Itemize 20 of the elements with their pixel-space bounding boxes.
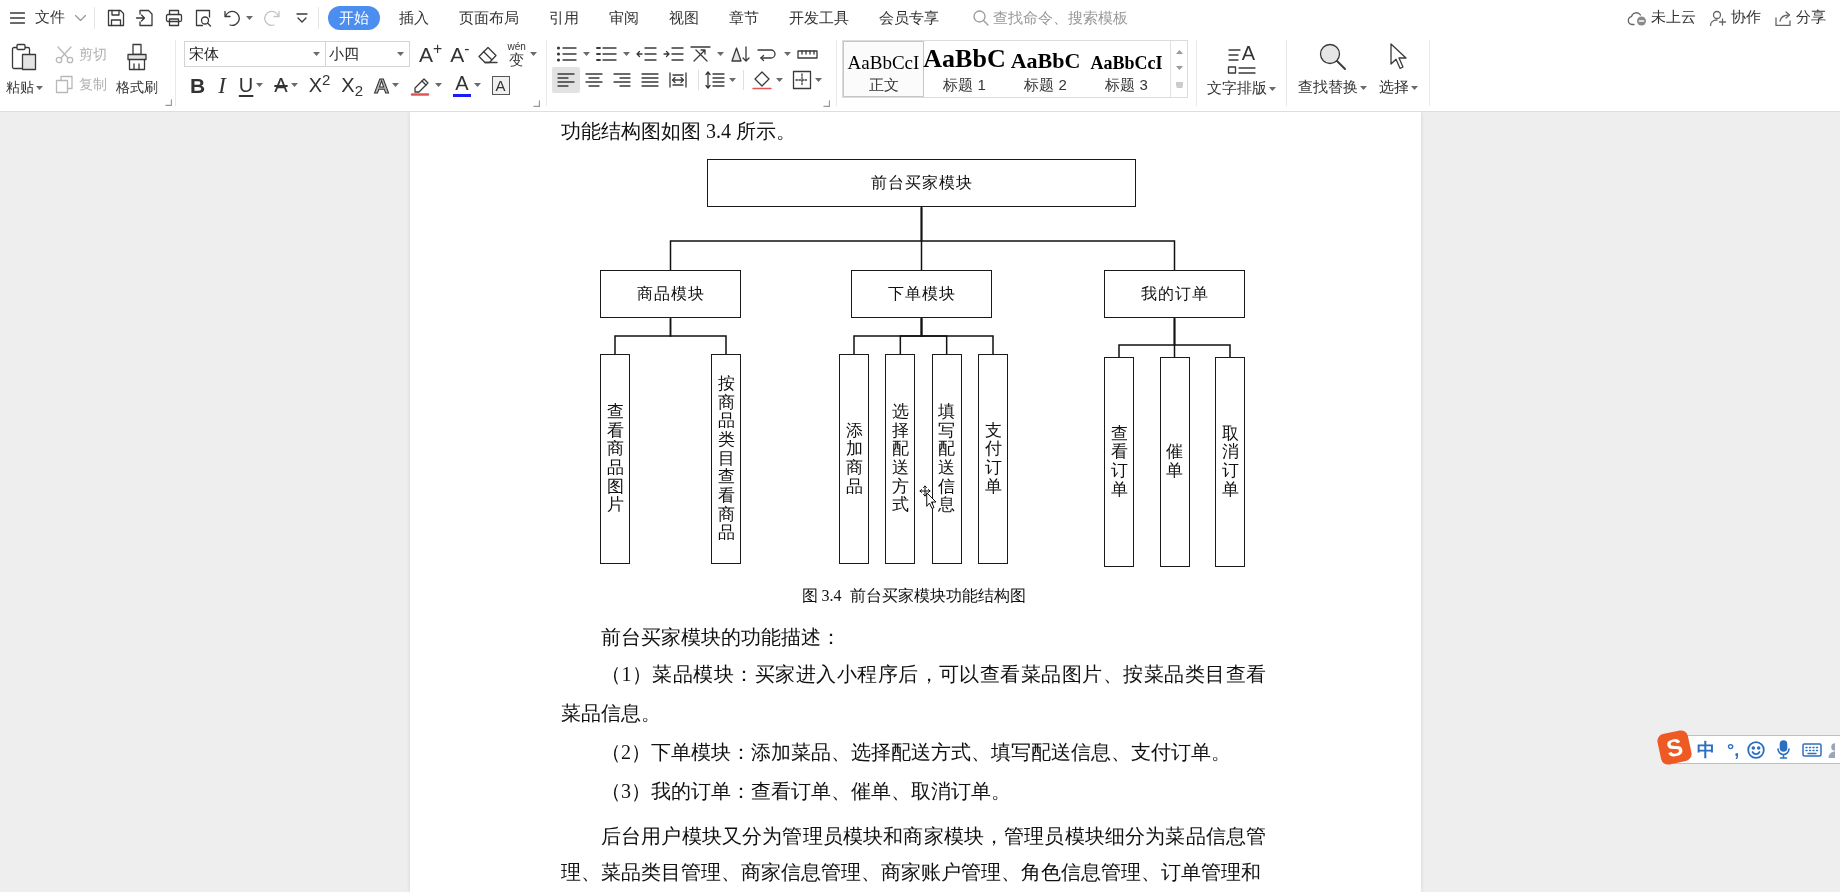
paragraph: 后台用户模块又分为管理员模块和商家模块，管理员模块细分为菜品信息管理、菜品类目管理、商家信息管理、商家账户管理、角色信息管理、订单管理和 — [561, 824, 1266, 885]
diagram-node: 查看商品图片 — [600, 354, 630, 564]
diagram-node: 我的订单 — [1104, 270, 1245, 318]
diagram-node: 添加商品 — [839, 354, 869, 564]
diagram-node: 催单 — [1159, 357, 1190, 567]
paragraph: （3）我的订单：查看订单、催单、取消订单。 — [600, 779, 1012, 804]
diagram-node: 按商品类目查看商品 — [711, 354, 741, 564]
paragraph: （1）菜品模块：买家进入小程序后，可以查看菜品图片、按菜品类目查看菜品信息。 — [561, 662, 1266, 726]
paragraph: （2）下单模块：添加菜品、选择配送方式、填写配送信息、支付订单。 — [600, 740, 1232, 765]
diagram-node: 商品模块 — [600, 270, 741, 318]
diagram-node: 取消订单 — [1215, 357, 1245, 567]
diagram-node: 选择配送方式 — [885, 354, 916, 564]
diagram-node: 支付订单 — [978, 354, 1008, 564]
paragraph: 功能结构图如图 3.4 所示。 — [561, 119, 797, 144]
diagram-node: 下单模块 — [851, 270, 992, 318]
figure-caption: 图 3.4 前台买家模块功能结构图 — [800, 586, 1027, 606]
diagram-node: 前台买家模块 — [707, 159, 1136, 207]
diagram-node: 填写配送信息 — [931, 354, 962, 564]
diagram-node: 查看订单 — [1104, 357, 1134, 567]
paragraph: 前台买家模块的功能描述： — [600, 625, 842, 650]
